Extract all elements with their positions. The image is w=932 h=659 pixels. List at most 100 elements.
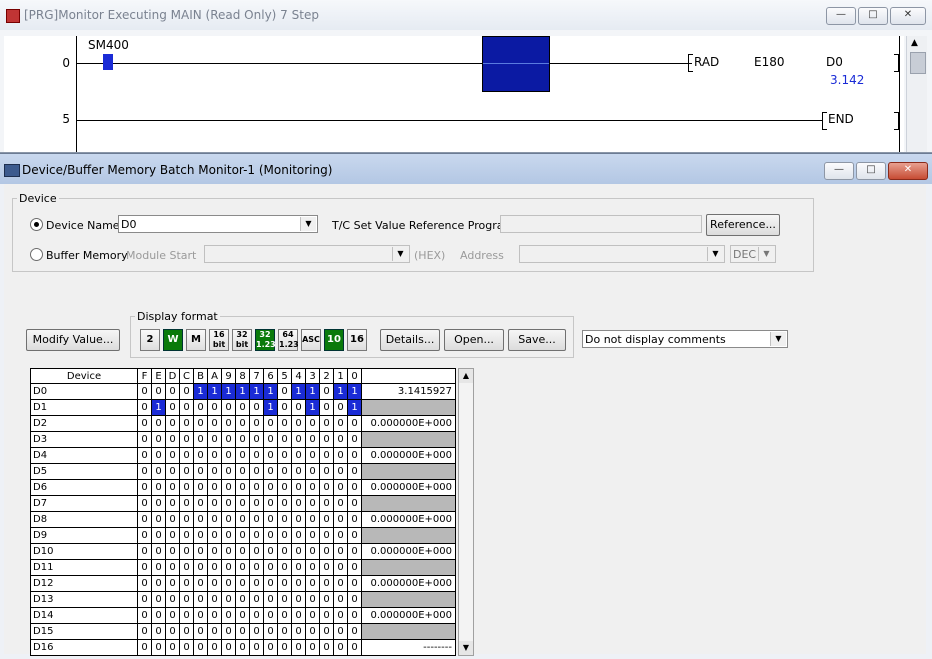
bit-cell[interactable]: 0 [334,592,348,608]
bit-cell[interactable]: 0 [334,432,348,448]
table-row[interactable]: D0 0 0 0 0 1 1 1 1 1 1 0 1 1 0 1 1 3.1415927 [30,384,462,400]
table-row[interactable]: D2 0 0 0 0 0 0 0 0 0 0 0 0 0 0 0 0 0.000000E+000 [30,416,462,432]
bit-cell[interactable]: 0 [222,640,236,656]
bit-cell[interactable]: 0 [138,480,152,496]
bit-cell[interactable]: 0 [250,608,264,624]
bit-cell[interactable]: 0 [180,576,194,592]
bit-cell[interactable]: 0 [180,464,194,480]
chevron-down-icon[interactable]: ▼ [770,332,786,346]
contact-sm400[interactable] [103,54,113,70]
bit-cell[interactable]: 1 [250,384,264,400]
bit-cell[interactable]: 0 [180,432,194,448]
bit-cell[interactable]: 1 [306,400,320,416]
bit-cell[interactable]: 0 [180,384,194,400]
value-cell[interactable]: 0.000000E+000 [362,480,456,496]
table-row[interactable]: D16 0 0 0 0 0 0 0 0 0 0 0 0 0 0 0 0 -------- [30,640,462,656]
bit-cell[interactable]: 0 [194,608,208,624]
open-button[interactable]: Open... [444,329,504,351]
bit-cell[interactable]: 0 [194,592,208,608]
bit-cell[interactable]: 0 [292,512,306,528]
bit-cell[interactable]: 0 [236,608,250,624]
bit-cell[interactable]: 1 [236,384,250,400]
bit-cell[interactable]: 0 [236,512,250,528]
bit-cell[interactable]: 0 [320,544,334,560]
bit-cell[interactable]: 0 [222,528,236,544]
bit-cell[interactable]: 0 [320,576,334,592]
bit-cell[interactable]: 0 [236,592,250,608]
bit-cell[interactable]: 0 [306,608,320,624]
bit-cell[interactable]: 0 [194,464,208,480]
bit-cell[interactable]: 0 [264,416,278,432]
bit-cell[interactable]: 1 [306,384,320,400]
close-button[interactable]: ✕ [890,7,926,25]
bit-cell[interactable]: 0 [208,608,222,624]
bit-cell[interactable]: 0 [180,560,194,576]
bit-cell[interactable]: 0 [222,576,236,592]
bit-cell[interactable]: 0 [278,432,292,448]
device-cell[interactable]: D14 [30,608,138,624]
bit-cell[interactable]: 0 [264,528,278,544]
bit-cell[interactable]: 0 [264,576,278,592]
bit-cell[interactable]: 0 [250,624,264,640]
bit-cell[interactable]: 0 [222,608,236,624]
device-cell[interactable]: D3 [30,432,138,448]
bit-cell[interactable]: 0 [152,512,166,528]
bit-cell[interactable]: 0 [152,624,166,640]
bit-cell[interactable]: 0 [236,432,250,448]
bit-cell[interactable]: 0 [222,624,236,640]
bit-cell[interactable]: 0 [348,528,362,544]
value-cell[interactable] [362,528,456,544]
format-16bit-button[interactable]: 16 bit [209,329,229,351]
table-row[interactable]: D9 0 0 0 0 0 0 0 0 0 0 0 0 0 0 0 0 [30,528,462,544]
format-word-button[interactable]: W [163,329,183,351]
bit-cell[interactable]: 0 [166,544,180,560]
bit-cell[interactable]: 0 [138,560,152,576]
bit-cell[interactable]: 0 [152,592,166,608]
bit-cell[interactable]: 1 [208,384,222,400]
bit-cell[interactable]: 0 [152,496,166,512]
bit-cell[interactable]: 0 [250,480,264,496]
bit-cell[interactable]: 0 [222,544,236,560]
bit-cell[interactable]: 0 [152,576,166,592]
value-cell[interactable] [362,400,456,416]
table-row[interactable]: D5 0 0 0 0 0 0 0 0 0 0 0 0 0 0 0 0 [30,464,462,480]
bit-cell[interactable]: 0 [278,448,292,464]
bit-cell[interactable]: 0 [152,608,166,624]
bit-cell[interactable]: 0 [278,496,292,512]
bit-cell[interactable]: 0 [348,560,362,576]
value-cell[interactable] [362,496,456,512]
bit-cell[interactable]: 0 [152,640,166,656]
bit-cell[interactable]: 0 [292,544,306,560]
format-float64-button[interactable]: 64 1.23 [278,329,299,351]
bit-cell[interactable]: 0 [152,480,166,496]
bit-cell[interactable]: 0 [208,624,222,640]
bit-cell[interactable]: 0 [306,624,320,640]
bit-cell[interactable]: 0 [152,464,166,480]
modify-value-button[interactable]: Modify Value... [26,329,120,351]
bit-cell[interactable]: 0 [250,576,264,592]
bit-cell[interactable]: 0 [348,576,362,592]
minimize-button[interactable]: — [826,7,856,25]
device-cell[interactable]: D16 [30,640,138,656]
bit-cell[interactable]: 0 [264,512,278,528]
bit-cell[interactable]: 0 [250,512,264,528]
program-title-bar[interactable]: [PRG]Monitor Executing MAIN (Read Only) … [0,0,932,30]
bit-cell[interactable]: 1 [194,384,208,400]
bit-cell[interactable]: 0 [306,464,320,480]
bit-cell[interactable]: 0 [334,544,348,560]
bit-cell[interactable]: 0 [166,640,180,656]
bit-cell[interactable]: 0 [348,448,362,464]
bit-cell[interactable]: 0 [222,432,236,448]
value-cell[interactable]: -------- [362,640,456,656]
bit-cell[interactable]: 0 [194,416,208,432]
bit-cell[interactable]: 0 [236,576,250,592]
device-cell[interactable]: D11 [30,560,138,576]
bit-cell[interactable]: 0 [208,464,222,480]
bit-cell[interactable]: 0 [278,464,292,480]
bit-cell[interactable]: 0 [320,432,334,448]
bit-cell[interactable]: 0 [166,512,180,528]
bit-cell[interactable]: 0 [208,512,222,528]
bit-cell[interactable]: 0 [222,592,236,608]
bit-cell[interactable]: 0 [320,448,334,464]
bit-cell[interactable]: 0 [348,624,362,640]
